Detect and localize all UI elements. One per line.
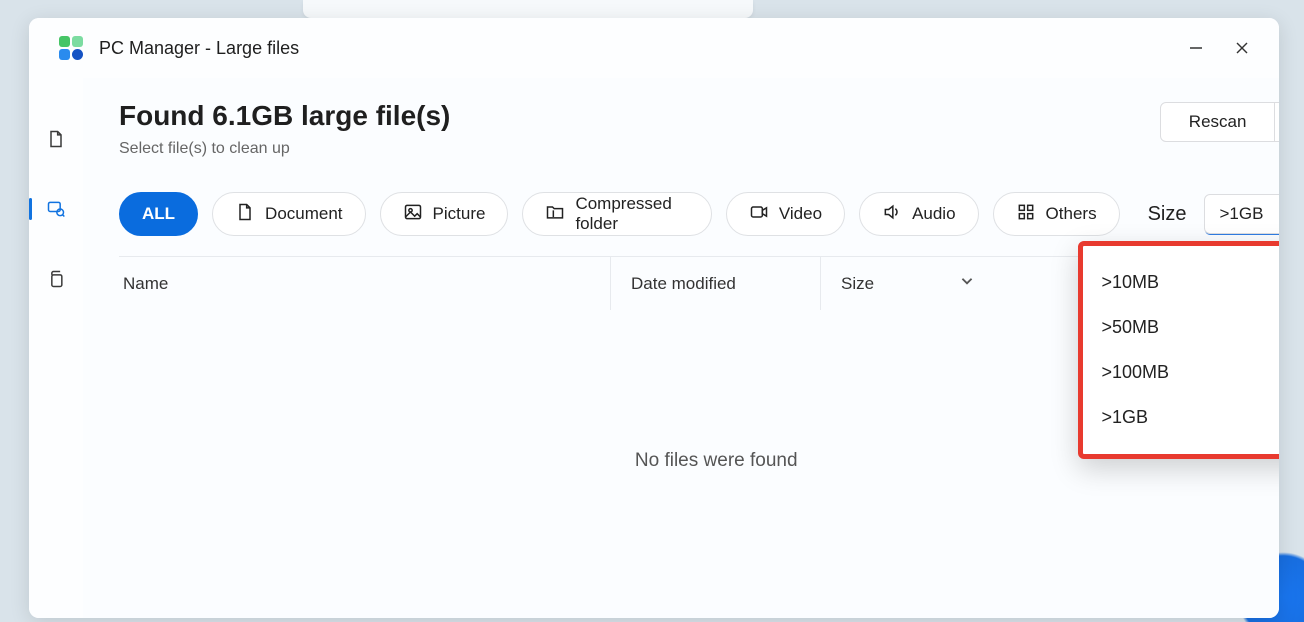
size-filter-label: Size	[1148, 203, 1187, 226]
chevron-down-icon	[959, 273, 975, 294]
picture-icon	[403, 202, 423, 227]
filter-chip-label: Video	[779, 204, 822, 224]
main-panel: Found 6.1GB large file(s) Select file(s)…	[83, 78, 1279, 618]
pc-manager-window: PC Manager - Large files Found	[29, 18, 1279, 618]
sidebar-item-large-files[interactable]	[29, 192, 83, 226]
filter-bar: ALL Document Picture Compressed folder V	[119, 192, 1279, 236]
sidebar	[29, 78, 83, 618]
empty-state-text: No files were found	[635, 450, 798, 472]
document-icon	[235, 202, 255, 227]
filter-chip-label: Picture	[433, 204, 486, 224]
filter-chip-label: Audio	[912, 204, 955, 224]
filter-chip-label: ALL	[142, 204, 175, 224]
column-header-name[interactable]: Name	[119, 257, 611, 310]
title-bar: PC Manager - Large files	[29, 18, 1279, 78]
rescan-dropdown-button[interactable]	[1275, 102, 1279, 142]
filter-chip-picture[interactable]: Picture	[380, 192, 509, 236]
sidebar-item-page[interactable]	[29, 122, 83, 156]
page-heading: Found 6.1GB large file(s)	[119, 100, 450, 132]
app-logo-icon	[59, 36, 83, 60]
filter-chip-audio[interactable]: Audio	[859, 192, 978, 236]
rescan-button[interactable]: Rescan	[1160, 102, 1276, 142]
filter-chip-document[interactable]: Document	[212, 192, 365, 236]
filter-chip-video[interactable]: Video	[726, 192, 845, 236]
filter-chip-others[interactable]: Others	[993, 192, 1120, 236]
minimize-button[interactable]	[1173, 28, 1219, 68]
size-filter-dropdown: >10MB >50MB >100MB >1GB	[1078, 241, 1279, 459]
audio-icon	[882, 202, 902, 227]
filter-chip-label: Others	[1046, 204, 1097, 224]
sidebar-item-copy[interactable]	[29, 262, 83, 296]
size-option-50mb[interactable]: >50MB	[1083, 305, 1279, 350]
filter-chip-compressed[interactable]: Compressed folder	[522, 192, 711, 236]
filter-chip-all[interactable]: ALL	[119, 192, 198, 236]
filter-chip-label: Compressed folder	[575, 194, 688, 234]
size-option-1gb[interactable]: >1GB	[1083, 395, 1279, 440]
filter-chip-label: Document	[265, 204, 342, 224]
page-subheading: Select file(s) to clean up	[119, 140, 450, 158]
size-option-10mb[interactable]: >10MB	[1083, 260, 1279, 305]
size-filter-select[interactable]: >1GB >10MB >50MB >100MB >1GB	[1204, 194, 1279, 234]
rescan-split-button: Rescan	[1160, 102, 1279, 142]
video-icon	[749, 202, 769, 227]
size-filter-value: >1GB	[1219, 204, 1263, 224]
column-header-size[interactable]: Size	[821, 257, 989, 310]
header-row: Found 6.1GB large file(s) Select file(s)…	[119, 100, 1279, 158]
grid-icon	[1016, 202, 1036, 227]
folder-zip-icon	[545, 202, 565, 227]
column-header-date[interactable]: Date modified	[611, 257, 821, 310]
background-window-stub	[303, 0, 753, 18]
size-option-100mb[interactable]: >100MB	[1083, 350, 1279, 395]
close-button[interactable]	[1219, 28, 1265, 68]
window-title: PC Manager - Large files	[99, 38, 299, 59]
